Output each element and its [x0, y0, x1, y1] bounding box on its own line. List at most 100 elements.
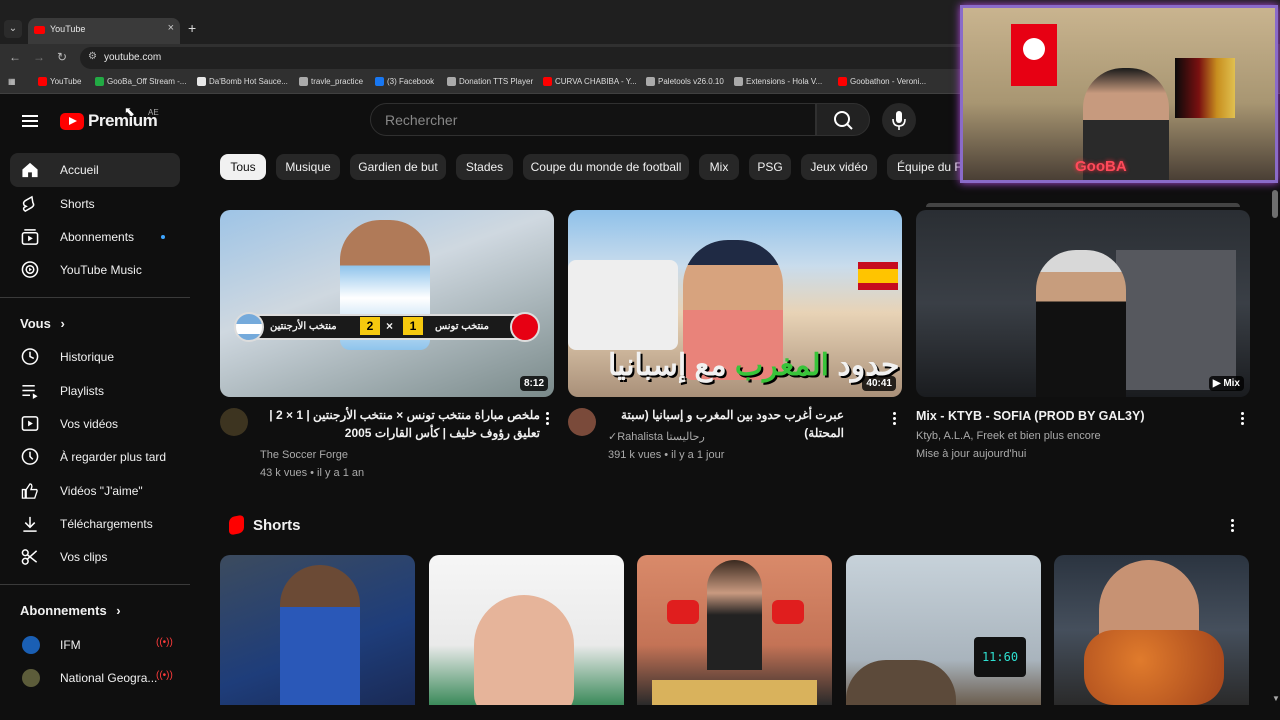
sidebar-item[interactable]: Vos vidéos — [10, 407, 180, 441]
subscription-channel[interactable]: IFM ((•)) — [10, 628, 180, 662]
bookmark-item[interactable]: YouTube — [38, 77, 81, 86]
site-info-icon[interactable]: ⚙ — [88, 51, 97, 62]
score-separator: × — [386, 319, 394, 333]
shorts-heading: Shorts — [253, 517, 301, 534]
bookmark-item[interactable]: Extensions - Hola V... — [734, 77, 822, 86]
sidebar-item-label: Vos clips — [60, 550, 108, 564]
channel-name[interactable]: ✓Rahalista رحاليستا — [608, 428, 705, 446]
live-indicator-icon: ((•)) — [156, 670, 173, 681]
filter-chip[interactable]: PSG — [749, 154, 791, 180]
voice-search-button[interactable] — [882, 103, 916, 137]
video-options-icon[interactable] — [893, 410, 897, 427]
filter-chip[interactable]: Équipe du F — [887, 154, 960, 180]
short-thumbnail[interactable] — [637, 555, 832, 705]
bookmark-favicon-icon — [299, 77, 308, 86]
filter-chip[interactable]: Mix — [699, 154, 739, 180]
short-thumbnail[interactable] — [429, 555, 624, 705]
caption-part: مع إسبانيا — [608, 349, 735, 382]
spain-flag-icon — [858, 262, 898, 290]
reload-icon[interactable]: ↻ — [57, 50, 67, 64]
bookmark-item[interactable]: Donation TTS Player — [447, 77, 533, 86]
channel-avatar[interactable] — [568, 408, 596, 436]
video-title[interactable]: ملخص مباراة منتخب تونس × منتخب الأرجنتين… — [260, 406, 540, 442]
short-thumbnail[interactable] — [1054, 555, 1249, 705]
bookmark-label: Goobathon - Veroni... — [850, 77, 927, 86]
shorts-options-icon[interactable] — [1231, 517, 1235, 534]
close-tab-icon[interactable]: × — [168, 22, 174, 34]
search-input[interactable]: Rechercher — [370, 103, 816, 136]
short-thumbnail[interactable]: 11:60 — [846, 555, 1041, 705]
apps-icon[interactable]: ▦ — [8, 77, 16, 86]
filter-chip[interactable]: Jeux vidéo — [801, 154, 877, 180]
scroll-down-icon[interactable]: ▼ — [1272, 694, 1280, 703]
mouse-cursor-icon: ⬉ — [124, 104, 135, 119]
channel-label: National Geogra... — [60, 671, 158, 685]
sidebar-item[interactable]: Vidéos "J'aime" — [10, 474, 180, 508]
channel-avatar — [22, 636, 40, 654]
back-icon[interactable]: ← — [9, 50, 21, 64]
bookmark-item[interactable]: Paletools v26.0.10 — [646, 77, 724, 86]
bald-head-figure — [474, 595, 574, 705]
filter-chip[interactable]: Coupe du monde de football — [523, 154, 689, 180]
filter-chip[interactable]: Gardien de but — [350, 154, 446, 180]
filter-chip[interactable]: Musique — [276, 154, 340, 180]
video-meta: 43 k vues • il y a 1 an — [260, 467, 365, 479]
bookmark-item[interactable]: CURVA CHABIBA - Y... — [543, 77, 637, 86]
bookmark-label: (3) Facebook — [387, 77, 435, 86]
forward-icon[interactable]: → — [33, 50, 45, 64]
sidebar-item[interactable]: Abonnements — [10, 220, 180, 254]
channel-name[interactable]: The Soccer Forge — [260, 446, 348, 464]
bookmark-label: Paletools v26.0.10 — [658, 77, 724, 86]
sidebar-item-label: Historique — [60, 350, 115, 364]
live-indicator-icon: ((•)) — [156, 637, 173, 648]
new-tab-icon[interactable]: + — [188, 20, 196, 36]
new-content-dot — [161, 235, 165, 239]
video-thumbnail[interactable]: ▶ Mix — [916, 210, 1250, 397]
sidebar-item[interactable]: YouTube Music — [10, 253, 180, 287]
bookmark-item[interactable]: Goobathon - Veroni... — [838, 77, 926, 86]
argentina-flag-icon — [234, 312, 264, 342]
bookmark-favicon-icon — [646, 77, 655, 86]
bookmark-favicon-icon — [543, 77, 552, 86]
bookmark-item[interactable]: (3) Facebook — [375, 77, 434, 86]
filter-chip[interactable]: Tous — [220, 154, 266, 180]
sidebar-item-label: YouTube Music — [60, 263, 142, 277]
channel-avatar[interactable] — [220, 408, 248, 436]
hamburger-menu-icon[interactable] — [22, 112, 38, 130]
short-thumbnail[interactable] — [220, 555, 415, 705]
video-options-icon[interactable] — [1241, 410, 1245, 427]
shorts-logo-icon — [229, 514, 244, 536]
sidebar-item[interactable]: À regarder plus tard — [10, 440, 180, 474]
video-thumbnail[interactable]: منتخب الأرجنتين 2 × 1 منتخب تونس 8:12 — [220, 210, 554, 397]
sidebar-item[interactable]: Accueil — [10, 153, 180, 187]
sidebar-item[interactable]: Shorts — [10, 187, 180, 221]
youtube-logo[interactable]: Premium — [60, 111, 158, 131]
video-thumbnail[interactable]: حدود المغرب مع إسبانيا 40:41 — [568, 210, 902, 397]
sidebar-item[interactable]: Vos clips — [10, 540, 180, 574]
scrollbar-thumb[interactable] — [1272, 190, 1278, 218]
filter-chip[interactable]: Stades — [456, 154, 513, 180]
thumbnail-caption: حدود المغرب مع إسبانيا — [608, 348, 900, 383]
you-section-heading[interactable]: Vous › — [20, 316, 65, 331]
tab-search-dropdown-icon[interactable]: ⌄ — [4, 20, 22, 38]
bookmark-label: Da'Bomb Hot Sauce... — [209, 77, 288, 86]
person-figure — [280, 565, 360, 705]
your-videos-icon — [21, 416, 39, 431]
youtube-favicon-icon — [34, 26, 45, 34]
video-duration: 8:12 — [519, 376, 548, 391]
sidebar-item[interactable]: Playlists — [10, 374, 180, 408]
search-button[interactable] — [816, 103, 870, 136]
video-options-icon[interactable] — [546, 410, 550, 427]
sidebar-item[interactable]: Téléchargements — [10, 507, 180, 541]
bookmark-item[interactable]: Da'Bomb Hot Sauce... — [197, 77, 288, 86]
sidebar-item-label: À regarder plus tard — [60, 450, 167, 464]
sidebar-divider — [0, 584, 190, 585]
bookmark-item[interactable]: GooBa_Off Stream -... — [95, 77, 186, 86]
bookmark-item[interactable]: travle_practice — [299, 77, 363, 86]
sidebar-item[interactable]: Historique — [10, 340, 180, 374]
logo-text: Premium — [88, 111, 158, 130]
subscription-channel[interactable]: National Geogra... ((•)) — [10, 661, 180, 695]
browser-tab-youtube[interactable]: YouTube × — [28, 18, 180, 44]
video-title[interactable]: Mix - KTYB - SOFIA (PROD BY GAL3Y) — [916, 407, 1226, 425]
subscriptions-section-heading[interactable]: Abonnements › — [20, 603, 121, 618]
